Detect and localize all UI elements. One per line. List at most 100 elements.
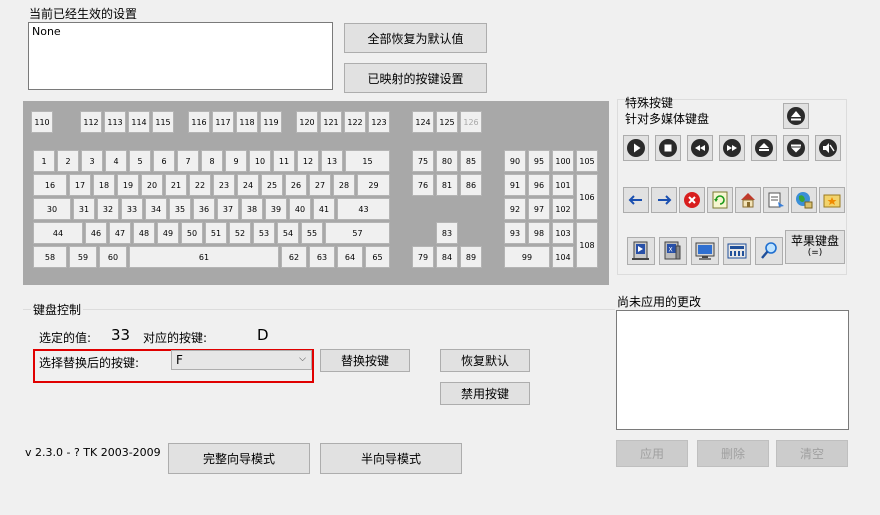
key-124[interactable]: 124 (412, 111, 434, 133)
key-59[interactable]: 59 (69, 246, 97, 268)
key-15[interactable]: 15 (345, 150, 390, 172)
mute-key-button[interactable] (815, 135, 841, 161)
key-13[interactable]: 13 (321, 150, 343, 172)
key-81[interactable]: 81 (436, 174, 458, 196)
key-17[interactable]: 17 (69, 174, 91, 196)
key-55[interactable]: 55 (301, 222, 323, 244)
key-19[interactable]: 19 (117, 174, 139, 196)
key-115[interactable]: 115 (152, 111, 174, 133)
key-83[interactable]: 83 (436, 222, 458, 244)
browser-refresh-key-button[interactable] (707, 187, 733, 213)
key-54[interactable]: 54 (277, 222, 299, 244)
key-79[interactable]: 79 (412, 246, 434, 268)
key-99[interactable]: 99 (504, 246, 550, 268)
key-64[interactable]: 64 (337, 246, 363, 268)
replace-key-button[interactable]: 替换按键 (320, 349, 410, 372)
key-11[interactable]: 11 (273, 150, 295, 172)
key-51[interactable]: 51 (205, 222, 227, 244)
key-28[interactable]: 28 (333, 174, 355, 196)
key-95[interactable]: 95 (528, 150, 550, 172)
volume-down-key-button[interactable] (783, 135, 809, 161)
key-65[interactable]: 65 (365, 246, 390, 268)
restore-all-defaults-button[interactable]: 全部恢复为默认值 (344, 23, 487, 53)
key-43[interactable]: 43 (337, 198, 390, 220)
calculator-key-button[interactable] (723, 237, 751, 265)
key-12[interactable]: 12 (297, 150, 319, 172)
key-4[interactable]: 4 (105, 150, 127, 172)
key-10[interactable]: 10 (249, 150, 271, 172)
key-96[interactable]: 96 (528, 174, 550, 196)
key-125[interactable]: 125 (436, 111, 458, 133)
key-104[interactable]: 104 (552, 246, 574, 268)
key-80[interactable]: 80 (436, 150, 458, 172)
key-103[interactable]: 103 (552, 222, 574, 244)
key-31[interactable]: 31 (73, 198, 95, 220)
next-track-key-button[interactable] (719, 135, 745, 161)
key-110[interactable]: 110 (31, 111, 53, 133)
key-3[interactable]: 3 (81, 150, 103, 172)
key-24[interactable]: 24 (237, 174, 259, 196)
apple-keyboard-button[interactable]: 苹果键盘 (=) (785, 230, 845, 264)
key-25[interactable]: 25 (261, 174, 283, 196)
key-53[interactable]: 53 (253, 222, 275, 244)
key-123[interactable]: 123 (368, 111, 390, 133)
favorites-key-button[interactable] (819, 187, 845, 213)
key-97[interactable]: 97 (528, 198, 550, 220)
key-6[interactable]: 6 (153, 150, 175, 172)
pending-changes-box[interactable] (616, 310, 849, 430)
key-21[interactable]: 21 (165, 174, 187, 196)
key-85[interactable]: 85 (460, 150, 482, 172)
key-84[interactable]: 84 (436, 246, 458, 268)
key-34[interactable]: 34 (145, 198, 167, 220)
key-50[interactable]: 50 (181, 222, 203, 244)
key-105[interactable]: 105 (576, 150, 598, 172)
key-75[interactable]: 75 (412, 150, 434, 172)
key-120[interactable]: 120 (296, 111, 318, 133)
key-118[interactable]: 118 (236, 111, 258, 133)
key-89[interactable]: 89 (460, 246, 482, 268)
key-98[interactable]: 98 (528, 222, 550, 244)
key-26[interactable]: 26 (285, 174, 307, 196)
key-61[interactable]: 61 (129, 246, 279, 268)
eject-key-button[interactable] (783, 103, 809, 129)
key-58[interactable]: 58 (33, 246, 67, 268)
key-116[interactable]: 116 (188, 111, 210, 133)
key-106[interactable]: 106 (576, 174, 598, 220)
browser-back-key-button[interactable] (623, 187, 649, 213)
key-62[interactable]: 62 (281, 246, 307, 268)
key-76[interactable]: 76 (412, 174, 434, 196)
key-92[interactable]: 92 (504, 198, 526, 220)
key-27[interactable]: 27 (309, 174, 331, 196)
key-63[interactable]: 63 (309, 246, 335, 268)
key-23[interactable]: 23 (213, 174, 235, 196)
key-91[interactable]: 91 (504, 174, 526, 196)
browser-home-key-button[interactable] (735, 187, 761, 213)
key-1[interactable]: 1 (33, 150, 55, 172)
key-41[interactable]: 41 (313, 198, 335, 220)
key-7[interactable]: 7 (177, 150, 199, 172)
key-32[interactable]: 32 (97, 198, 119, 220)
search-key-button[interactable] (755, 237, 783, 265)
browser-forward-key-button[interactable] (651, 187, 677, 213)
key-117[interactable]: 117 (212, 111, 234, 133)
half-wizard-mode-button[interactable]: 半向导模式 (320, 443, 462, 474)
monitor-key-button[interactable] (691, 237, 719, 265)
key-121[interactable]: 121 (320, 111, 342, 133)
key-93[interactable]: 93 (504, 222, 526, 244)
key-90[interactable]: 90 (504, 150, 526, 172)
my-computer-key-button[interactable]: X (659, 237, 687, 265)
mapped-keys-button[interactable]: 已映射的按键设置 (344, 63, 487, 93)
apply-button[interactable]: 应用 (616, 440, 688, 467)
replace-key-select[interactable]: F ⌵ (171, 350, 312, 370)
key-38[interactable]: 38 (241, 198, 263, 220)
key-86[interactable]: 86 (460, 174, 482, 196)
key-39[interactable]: 39 (265, 198, 287, 220)
key-29[interactable]: 29 (357, 174, 390, 196)
key-16[interactable]: 16 (33, 174, 67, 196)
current-settings-box[interactable]: None (28, 22, 333, 90)
delete-button[interactable]: 删除 (697, 440, 769, 467)
browser-stop-key-button[interactable] (679, 187, 705, 213)
key-52[interactable]: 52 (229, 222, 251, 244)
key-57[interactable]: 57 (325, 222, 390, 244)
clear-button[interactable]: 清空 (776, 440, 848, 467)
